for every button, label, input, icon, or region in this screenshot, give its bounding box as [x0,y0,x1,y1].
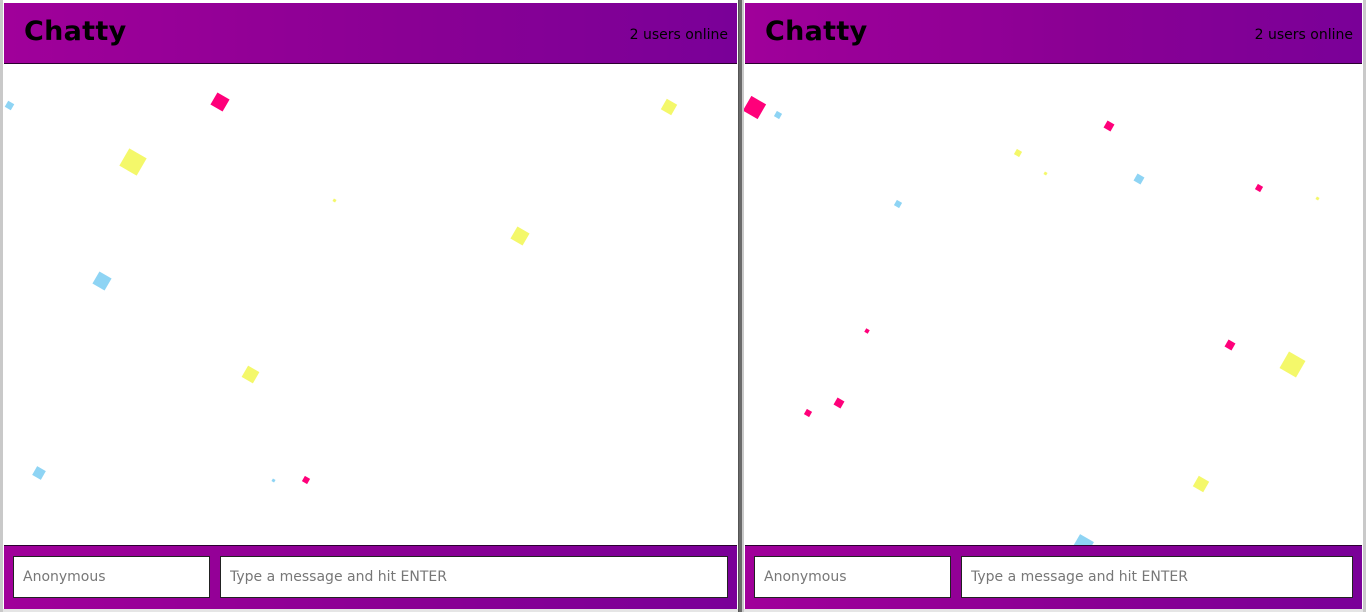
confetti-piece [893,199,903,209]
message-input[interactable] [220,556,728,598]
confetti-piece [773,110,783,120]
app-title: Chatty [765,16,868,47]
confetti-piece [1043,171,1048,176]
confetti-piece [332,198,337,203]
confetti-piece [744,95,767,120]
online-users-count: 2 users online [629,27,728,43]
online-users-count: 2 users online [1254,27,1353,43]
chat-input-bar [4,545,737,609]
confetti-piece [1254,183,1264,193]
confetti-piece [1192,475,1210,493]
message-list [3,65,738,545]
confetti-piece [1224,339,1236,351]
username-input[interactable] [754,556,951,598]
confetti-piece [660,98,678,116]
message-input[interactable] [961,556,1353,598]
chat-window-right: Chatty 2 users online [742,0,1366,612]
confetti-piece [210,92,230,112]
confetti-piece [1103,120,1115,132]
chat-header: Chatty 2 users online [4,3,737,64]
confetti-piece [92,271,112,291]
chat-input-bar [745,545,1362,609]
chat-window-left: Chatty 2 users online [0,0,739,612]
confetti-piece [1315,196,1320,201]
confetti-piece [1013,148,1023,158]
confetti-piece [241,365,260,384]
confetti-piece [833,397,845,409]
confetti-piece [271,478,276,483]
confetti-piece [119,148,147,176]
username-input[interactable] [13,556,210,598]
chat-header: Chatty 2 users online [745,3,1362,64]
confetti-piece [4,100,15,111]
confetti-piece [32,466,46,480]
message-list [744,65,1363,556]
confetti-piece [301,475,311,485]
app-title: Chatty [24,16,127,47]
confetti-piece [864,328,870,334]
confetti-piece [1279,351,1306,378]
confetti-piece [803,408,813,418]
confetti-piece [510,226,530,246]
confetti-piece [1133,173,1145,185]
